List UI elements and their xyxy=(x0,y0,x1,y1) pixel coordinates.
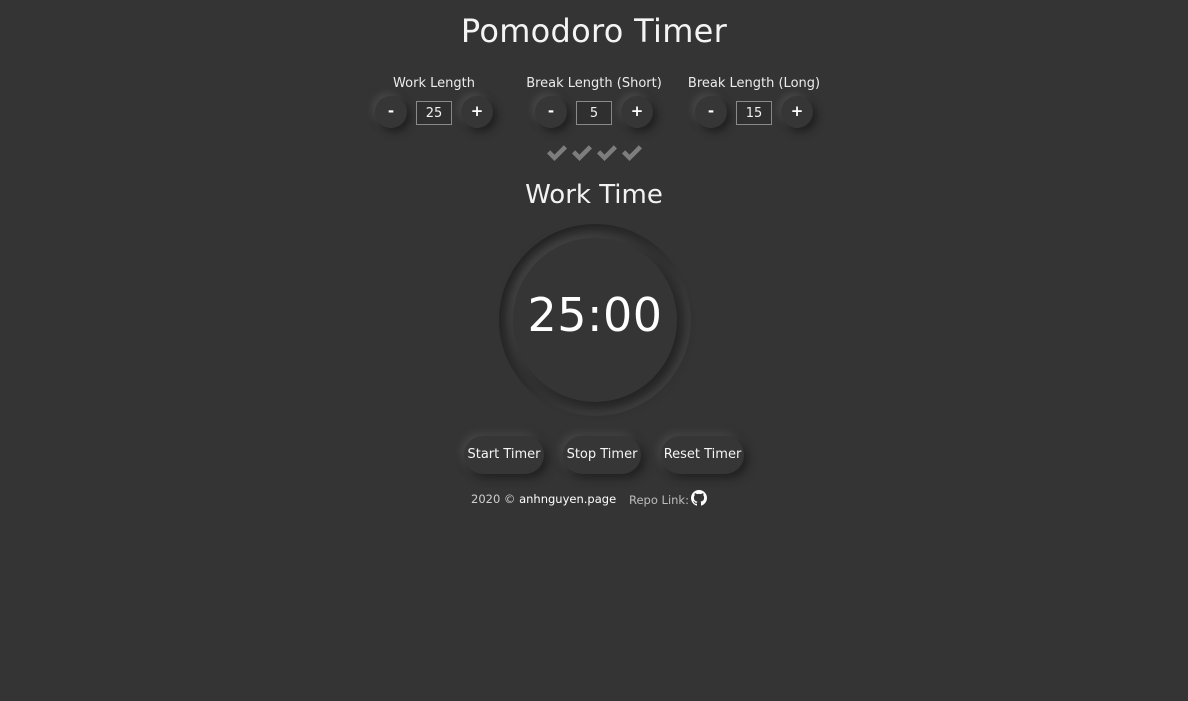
long-break-length-input[interactable] xyxy=(736,101,772,125)
timer-phase-label: Work Time xyxy=(525,180,663,210)
check-icon xyxy=(546,145,567,161)
timer-display: 25:00 xyxy=(527,288,663,342)
repo-link-label: Repo Link: xyxy=(629,493,689,507)
long-break-length-label: Break Length (Long) xyxy=(687,76,821,91)
length-controls: Work Length - + Break Length (Short) - +… xyxy=(0,74,1188,134)
start-timer-button[interactable]: Start Timer xyxy=(464,436,544,474)
long-break-length-control: Break Length (Long) - + xyxy=(674,74,834,134)
timer-dial-face: 25:00 xyxy=(513,238,677,402)
site-link[interactable]: anhnguyen.page xyxy=(519,492,616,506)
timer-dial: 25:00 xyxy=(499,224,691,416)
stop-timer-button[interactable]: Stop Timer xyxy=(563,436,641,474)
work-length-input[interactable] xyxy=(416,101,452,125)
short-break-length-label: Break Length (Short) xyxy=(526,76,662,91)
work-length-control: Work Length - + xyxy=(354,74,514,134)
check-icon xyxy=(596,145,617,161)
long-break-increment-button[interactable]: + xyxy=(781,96,813,128)
timer-actions: Start Timer Stop Timer Reset Timer xyxy=(0,436,1188,476)
reset-timer-button[interactable]: Reset Timer xyxy=(661,436,744,474)
github-icon[interactable] xyxy=(691,490,707,506)
work-increment-button[interactable]: + xyxy=(461,96,493,128)
short-break-length-input[interactable] xyxy=(576,101,612,125)
work-decrement-button[interactable]: - xyxy=(375,96,407,128)
copyright-text: 2020 © anhnguyen.page xyxy=(471,492,616,506)
work-length-label: Work Length xyxy=(393,76,475,91)
check-icon xyxy=(571,145,592,161)
check-icon xyxy=(621,145,642,161)
long-break-decrement-button[interactable]: - xyxy=(695,96,727,128)
short-break-decrement-button[interactable]: - xyxy=(535,96,567,128)
pomodoro-app: Pomodoro Timer Work Length - + Break Len… xyxy=(0,0,1188,701)
copyright-prefix: 2020 © xyxy=(471,492,516,506)
short-break-increment-button[interactable]: + xyxy=(621,96,653,128)
completed-sessions xyxy=(0,142,1188,164)
short-break-length-control: Break Length (Short) - + xyxy=(514,74,674,134)
footer: 2020 © anhnguyen.page Repo Link: xyxy=(0,490,1188,510)
page-title: Pomodoro Timer xyxy=(460,12,728,50)
